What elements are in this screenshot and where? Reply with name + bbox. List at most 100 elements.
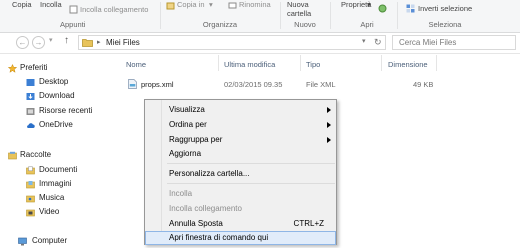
menu-item-sort-by[interactable]: Ordina per [145, 118, 336, 132]
column-header-modified[interactable]: Ultima modifica [224, 60, 275, 69]
sidebar-item-pictures[interactable]: Immagini [0, 178, 118, 191]
recent-places-icon [26, 108, 35, 115]
ribbon-separator [397, 2, 398, 29]
sidebar-label-onedrive: OneDrive [39, 120, 73, 129]
sidebar-item-onedrive[interactable]: OneDrive [0, 119, 118, 132]
file-modified: 02/03/2015 09.35 [224, 80, 283, 89]
back-button[interactable]: ← [16, 36, 29, 49]
sidebar-item-libraries[interactable]: Raccolte [0, 149, 118, 162]
sidebar-label-libraries: Raccolte [20, 150, 52, 159]
folder-icon [82, 39, 93, 47]
forward-arrow-icon: → [34, 38, 43, 47]
copy-button[interactable]: Copia [12, 0, 32, 9]
invert-selection-button[interactable]: Inverti selezione [418, 4, 472, 13]
sidebar-label-desktop: Desktop [39, 77, 69, 86]
column-header-size[interactable]: Dimensione [388, 60, 428, 69]
paste-link-icon [69, 5, 78, 14]
sidebar-item-computer[interactable]: Computer [0, 235, 118, 248]
ribbon-separator [280, 2, 281, 29]
group-label-open: Apri [360, 20, 374, 29]
address-dropdown-icon[interactable]: ▾ [362, 37, 366, 45]
column-header-type[interactable]: Tipo [306, 60, 320, 69]
libraries-icon [8, 151, 17, 160]
sidebar-item-favorites[interactable]: Preferiti [0, 62, 118, 75]
menu-item-view[interactable]: Visualizza [145, 103, 336, 117]
group-label-clipboard: Appunti [60, 20, 86, 29]
copy-to-icon [166, 2, 175, 10]
submenu-arrow-icon [327, 107, 331, 113]
address-bar[interactable]: ▸ Miei Files ▾ ↻ [78, 35, 386, 50]
sidebar-label-favorites: Preferiti [20, 63, 48, 72]
submenu-arrow-icon [327, 122, 331, 128]
search-input[interactable]: Cerca Miei Files [392, 35, 516, 50]
ribbon-separator [330, 2, 331, 29]
sidebar-item-video[interactable]: Video [0, 206, 118, 219]
file-type: File XML [306, 80, 336, 89]
sidebar-item-recent[interactable]: Risorse recenti [0, 105, 118, 118]
file-name[interactable]: props.xml [141, 80, 174, 89]
ribbon-separator [160, 2, 161, 29]
group-label-new: Nuovo [294, 20, 316, 29]
menu-item-label: Annulla Sposta [169, 219, 223, 228]
sidebar-item-music[interactable]: Musica [0, 192, 118, 205]
desktop-icon [26, 79, 35, 86]
refresh-icon[interactable]: ↻ [374, 37, 382, 48]
menu-item-label: Incolla collegamento [169, 204, 242, 213]
menu-item-label: Ordina per [169, 120, 207, 129]
column-divider[interactable] [218, 55, 219, 71]
column-divider[interactable] [300, 55, 301, 71]
paste-button[interactable]: Incolla [40, 0, 62, 9]
ribbon: Copia Incolla Incolla collegamento Appun… [0, 0, 520, 33]
menu-item-customize-folder[interactable]: Personalizza cartella... [145, 167, 336, 181]
column-divider[interactable] [381, 55, 382, 71]
group-label-select: Seleziona [428, 20, 462, 29]
xml-file-icon [128, 79, 137, 89]
sidebar-item-download[interactable]: Download [0, 90, 118, 103]
submenu-arrow-icon [327, 137, 331, 143]
sidebar-item-documents[interactable]: Documenti [0, 164, 118, 177]
sidebar-label-music: Musica [39, 193, 65, 202]
sidebar-label-recent: Risorse recenti [39, 106, 93, 115]
sidebar-label-documents: Documenti [39, 165, 78, 174]
documents-icon [26, 166, 35, 175]
menu-item-open-command-window[interactable]: Apri finestra di comando qui [145, 231, 336, 245]
breadcrumb-separator-icon[interactable]: ▸ [97, 38, 101, 46]
menu-item-label: Apri finestra di comando qui [169, 233, 269, 242]
rename-icon [228, 2, 237, 9]
properties-dropdown-icon[interactable]: ▾ [367, 0, 371, 9]
breadcrumb-path[interactable]: Miei Files [106, 38, 140, 47]
menu-item-group-by[interactable]: Raggruppa per [145, 133, 336, 147]
recent-locations-icon[interactable]: ▾ [49, 36, 53, 44]
copy-to-dropdown-icon[interactable]: ▾ [209, 0, 213, 9]
new-folder-button-line2[interactable]: cartella [287, 9, 311, 18]
menu-item-refresh[interactable]: Aggiorna [145, 147, 336, 161]
menu-item-label: Aggiorna [169, 149, 202, 158]
new-folder-button[interactable]: Nuova [287, 0, 309, 9]
sidebar-item-desktop[interactable]: Desktop [0, 76, 118, 89]
star-icon [8, 64, 17, 73]
search-placeholder: Cerca Miei Files [399, 38, 457, 47]
rename-button[interactable]: Rinomina [239, 0, 271, 9]
menu-separator [167, 183, 335, 184]
menu-separator [167, 163, 335, 164]
menu-item-paste-shortcut: Incolla collegamento [145, 202, 336, 216]
menu-item-label: Personalizza cartella... [169, 169, 250, 178]
menu-item-undo-move[interactable]: Annulla Sposta CTRL+Z [145, 217, 336, 231]
cloud-icon [27, 123, 35, 128]
sidebar-label-pictures: Immagini [39, 179, 72, 188]
download-icon [26, 93, 35, 100]
menu-item-paste: Incolla [145, 187, 336, 201]
menu-item-label: Incolla [169, 189, 193, 198]
video-icon [26, 209, 35, 217]
file-size: 49 KB [413, 80, 434, 89]
back-arrow-icon: ← [18, 38, 27, 47]
column-header-name[interactable]: Nome [126, 60, 146, 69]
open-icon[interactable] [378, 4, 387, 13]
copy-to-button[interactable]: Copia in [177, 0, 205, 9]
up-button[interactable]: ↑ [64, 35, 69, 46]
paste-link-button[interactable]: Incolla collegamento [80, 5, 148, 14]
column-divider[interactable] [436, 55, 437, 71]
sidebar-label-computer: Computer [32, 236, 68, 245]
forward-button[interactable]: → [32, 36, 45, 49]
menu-item-label: Visualizza [169, 105, 205, 114]
